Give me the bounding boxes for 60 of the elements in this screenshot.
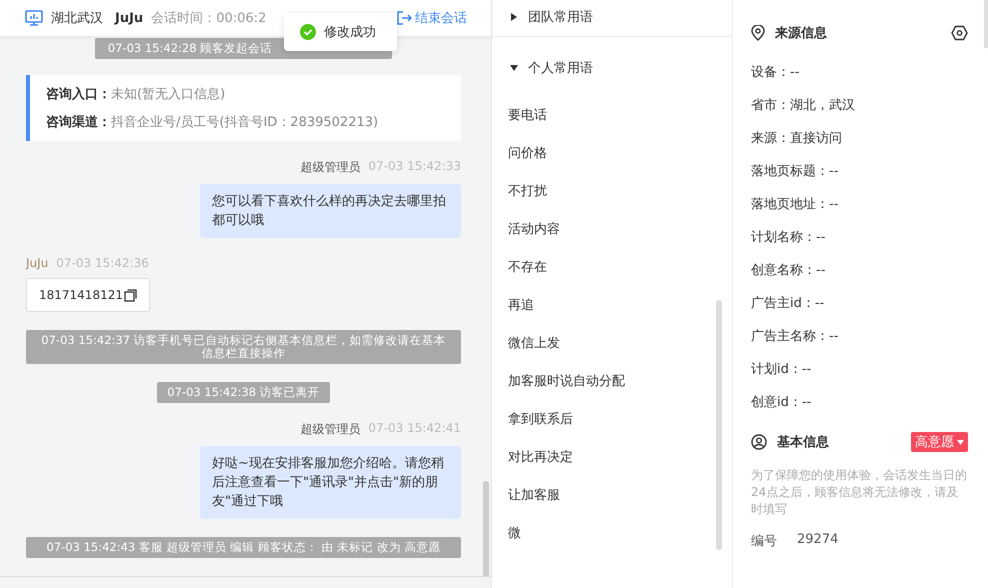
phrase-group-header[interactable]: 个人常用语 (492, 37, 732, 87)
visitor-name: JuJu (115, 10, 144, 26)
monitor-icon (25, 10, 43, 26)
end-session-button[interactable]: 结束会话 (397, 9, 467, 27)
phrase-item[interactable]: 加客服时说自动分配 (492, 363, 732, 401)
source-field: 计划id：-- (751, 353, 812, 386)
source-field: 设备：-- (751, 56, 800, 89)
phrase-group-header[interactable]: 团队常用语 (492, 0, 732, 37)
source-field: 省市：湖北，武汉 (751, 89, 855, 122)
phrase-item[interactable]: 问价格 (492, 135, 732, 173)
source-field: 广告主id：-- (751, 287, 824, 320)
message-bubble: 您可以看下喜欢什么样的再决定去哪里拍都可以哦 (200, 184, 461, 238)
sender-name: 超级管理员 (300, 421, 360, 438)
logout-icon (397, 11, 412, 25)
source-field: 来源：直接访问 (751, 122, 842, 155)
caret-right-icon (510, 13, 518, 21)
source-field: 广告主名称：-- (751, 320, 838, 353)
source-field: 创意id：-- (751, 386, 812, 419)
phrase-item[interactable]: 再追 (492, 287, 732, 325)
field-label: 编号 (751, 533, 777, 550)
section-title: 来源信息 (775, 25, 827, 42)
system-message: 07-03 15:42:37 访客手机号已自动标记右侧基本信息栏，如需修改请在基本信息栏直接操作 (26, 330, 461, 364)
source-field: 创意名称：-- (751, 254, 826, 287)
source-field: 计划名称：-- (751, 221, 826, 254)
caret-down-icon (957, 440, 964, 444)
section-title: 基本信息 (777, 434, 829, 451)
system-message: 07-03 15:42:43 客服 超级管理员 编辑 顾客状态： 由 未标记 改为 高意愿 (26, 537, 461, 558)
message-bubble: 好哒~现在安排客服加您介绍哈。请您稍后注意查看一下"通讯录"并点击"新的朋友"通过下哦 (200, 446, 461, 519)
user-circle-icon (751, 434, 767, 450)
info-note: 为了保障您的使用体验，会话发生当日的24点之后，顾客信息将无法修改，请及时填写 (751, 467, 968, 518)
toast-message: 修改成功 (324, 24, 376, 41)
phrase-item[interactable]: 让加客服 (492, 477, 732, 515)
phrase-item[interactable]: 拿到联系后 (492, 401, 732, 439)
copy-icon[interactable] (124, 288, 137, 302)
phrase-item[interactable]: 不存在 (492, 249, 732, 287)
message-time: 07-03 15:42:36 (56, 256, 149, 270)
phrase-item[interactable]: 微信上发 (492, 325, 732, 363)
phrase-item[interactable]: 活动内容 (492, 211, 732, 249)
phrase-item[interactable]: 要电话 (492, 97, 732, 135)
sender-name: 超级管理员 (300, 159, 360, 176)
check-circle-icon (300, 24, 316, 40)
system-message: 07-03 15:42:38 访客已离开 (157, 382, 330, 403)
field-value: 29274 (797, 532, 838, 549)
message-time: 07-03 15:42:33 (368, 159, 461, 175)
phrase-item[interactable]: 微 (492, 515, 732, 553)
phrase-item[interactable]: 对比再决定 (492, 439, 732, 477)
settings-icon[interactable] (951, 25, 968, 41)
source-field: 落地页地址：-- (751, 188, 838, 221)
source-field: 落地页标题：-- (751, 155, 838, 188)
session-time: 会话时间：00:06:2 (151, 10, 266, 27)
info-row-text: 咨询渠道：抖音企业号/员工号(抖音号ID：2839502213) (46, 114, 380, 131)
caret-down-icon (510, 64, 518, 72)
phrase-item[interactable]: 不打扰 (492, 173, 732, 211)
info-row-text: 咨询入口：未知(暂无入口信息) (46, 86, 226, 103)
message-time: 07-03 15:42:41 (368, 421, 461, 437)
phone-message: 18171418121 (26, 278, 150, 312)
sender-name: JuJu (26, 256, 48, 270)
intent-tag-dropdown[interactable]: 高意愿 (911, 432, 968, 452)
visitor-location: 湖北武汉 (51, 10, 103, 27)
location-pin-icon (751, 25, 765, 41)
